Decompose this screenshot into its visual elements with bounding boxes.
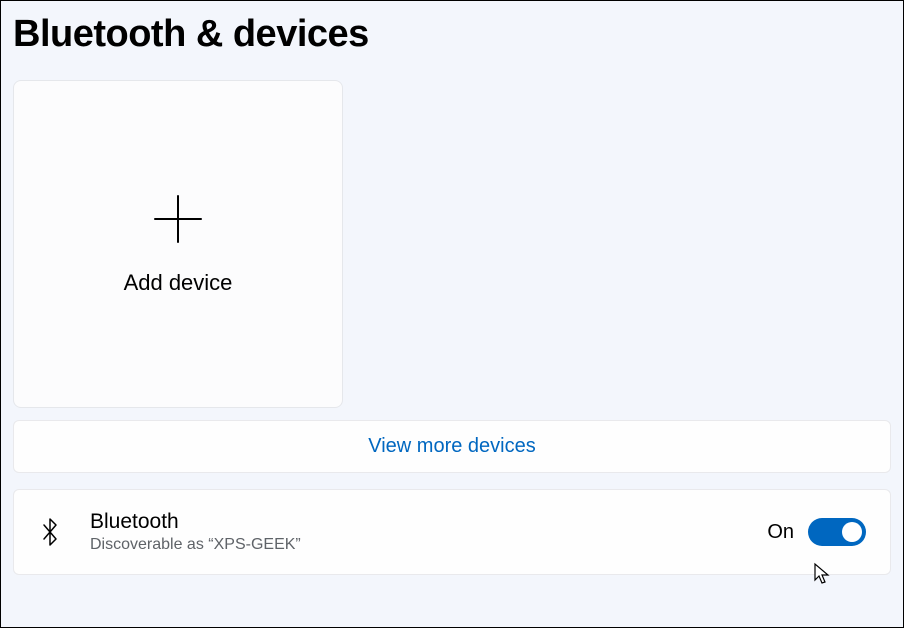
bluetooth-toggle-state: On xyxy=(767,521,794,544)
toggle-knob xyxy=(842,522,862,542)
bluetooth-text: Bluetooth Discoverable as “XPS-GEEK” xyxy=(90,510,739,554)
plus-icon xyxy=(151,192,205,246)
bluetooth-icon xyxy=(38,515,62,549)
page-title: Bluetooth & devices xyxy=(13,13,891,56)
add-device-label: Add device xyxy=(124,270,233,296)
bluetooth-title: Bluetooth xyxy=(90,510,739,534)
add-device-card[interactable]: Add device xyxy=(13,80,343,408)
view-more-devices-link[interactable]: View more devices xyxy=(13,420,891,473)
bluetooth-subtitle: Discoverable as “XPS-GEEK” xyxy=(90,536,739,554)
bluetooth-toggle[interactable] xyxy=(808,518,866,546)
bluetooth-toggle-wrap: On xyxy=(767,518,866,546)
bluetooth-panel: Bluetooth Discoverable as “XPS-GEEK” On xyxy=(13,489,891,575)
